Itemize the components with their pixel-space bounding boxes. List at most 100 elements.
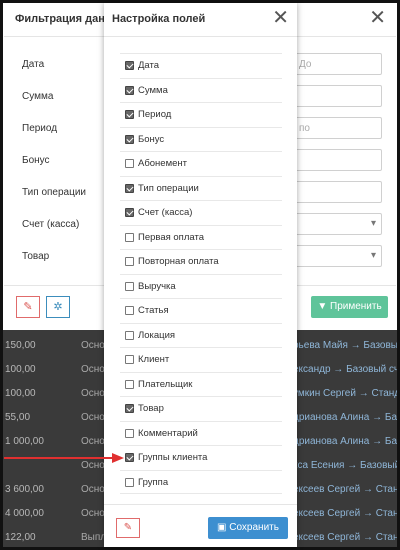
amount-cell: 122,00 — [5, 532, 36, 543]
amount-to-input[interactable] — [294, 85, 382, 107]
eraser-icon: ✎ — [123, 522, 133, 533]
checkbox-revenue[interactable] — [125, 281, 134, 291]
field-row-revenue[interactable]: Выручка — [120, 273, 282, 299]
fields-modal-title: Настройка полей — [112, 13, 206, 25]
field-settings-button[interactable]: ✲ — [46, 296, 70, 318]
filter-label-account: Счет (касса) — [22, 219, 80, 230]
field-label: Группы клиента — [138, 452, 208, 463]
field-row-group[interactable]: Группа — [120, 469, 282, 494]
filter-label-period: Период — [22, 123, 58, 134]
field-row-bonus[interactable]: Бонус — [120, 126, 282, 152]
filter-label-amount: Сумма — [22, 91, 54, 102]
client-cell[interactable]: дрианова Алина → Базов — [293, 436, 397, 447]
field-label: Клиент — [138, 354, 170, 365]
amount-cell: 100,00 — [5, 364, 36, 375]
checkbox-account[interactable] — [125, 208, 134, 217]
field-row-operation-type[interactable]: Тип операции — [120, 175, 282, 201]
field-label: Сумма — [138, 84, 168, 96]
client-cell[interactable]: кса Есения → Базовый — [293, 460, 397, 471]
close-icon[interactable]: ✕ — [272, 8, 289, 28]
field-label: Группа — [138, 476, 169, 488]
account-select[interactable] — [294, 213, 382, 235]
filter-label-operation-type: Тип операции — [22, 187, 87, 198]
checkbox-product[interactable] — [125, 404, 134, 413]
amount-cell: 1 000,00 — [5, 436, 44, 447]
amount-cell: 150,00 — [5, 340, 36, 351]
field-label: Счет (касса) — [138, 207, 193, 218]
checkbox-bonus[interactable] — [125, 134, 134, 144]
bonus-to-input[interactable] — [294, 149, 382, 171]
field-row-article[interactable]: Статья — [120, 298, 282, 323]
checkbox-location[interactable] — [125, 330, 134, 340]
client-cell[interactable]: ексеев Сергей → Стандарт — [293, 508, 397, 519]
field-label: Выручка — [138, 280, 176, 292]
checkbox-repeat-payment[interactable] — [125, 257, 134, 266]
client-cell[interactable]: дрианова Алина → Базов — [293, 412, 397, 423]
field-row-product[interactable]: Товар — [120, 396, 282, 421]
checkbox-payer[interactable] — [125, 379, 134, 389]
checkbox-client[interactable] — [125, 355, 134, 364]
field-row-location[interactable]: Локация — [120, 322, 282, 348]
field-row-account[interactable]: Счет (касса) — [120, 200, 282, 225]
field-row-comment[interactable]: Комментарий — [120, 420, 282, 446]
field-row-period[interactable]: Период — [120, 102, 282, 127]
amount-cell: 100,00 — [5, 388, 36, 399]
field-row-repeat-payment[interactable]: Повторная оплата — [120, 249, 282, 274]
annotation-arrow-icon — [4, 453, 124, 463]
client-cell[interactable]: ексеев Сергей → Стандарт — [293, 532, 397, 543]
field-row-amount[interactable]: Сумма — [120, 77, 282, 103]
checkbox-group[interactable] — [125, 477, 134, 487]
client-cell[interactable]: ександр → Базовый счет — [293, 364, 397, 375]
field-row-client[interactable]: Клиент — [120, 347, 282, 372]
checkbox-date[interactable] — [125, 61, 134, 70]
checkbox-article[interactable] — [125, 306, 134, 315]
field-row-first-payment[interactable]: Первая оплата — [120, 224, 282, 250]
fields-modal-footer: ✎ ▣ Сохранить — [104, 504, 297, 547]
checkbox-operation-type[interactable] — [125, 183, 134, 193]
field-row-client-groups[interactable]: Группы клиента — [120, 445, 282, 470]
checkbox-comment[interactable] — [125, 428, 134, 438]
apply-label: Применить — [330, 301, 382, 312]
field-label: Первая оплата — [138, 231, 204, 243]
save-button[interactable]: ▣ Сохранить — [208, 517, 288, 539]
field-label: Дата — [138, 60, 160, 71]
field-label: Повторная оплата — [138, 256, 219, 267]
field-label: Локация — [138, 329, 176, 341]
client-cell[interactable]: умкин Сергей → Стандар — [293, 388, 397, 399]
field-label: Бонус — [138, 133, 165, 145]
save-label: Сохранить — [229, 522, 279, 533]
filter-label-date: Дата — [22, 59, 45, 70]
product-select[interactable] — [294, 245, 382, 267]
checkbox-period[interactable] — [125, 110, 134, 119]
gear-icon: ✲ — [53, 301, 63, 313]
checkbox-client-groups[interactable] — [125, 453, 134, 462]
field-row-subscription[interactable]: Абонемент — [120, 151, 282, 176]
amount-cell: 4 000,00 — [5, 508, 44, 519]
filter-label-bonus: Бонус — [22, 155, 50, 166]
close-icon[interactable]: ✕ — [369, 8, 386, 28]
clear-filter-button[interactable]: ✎ — [16, 296, 40, 318]
checkbox-subscription[interactable] — [125, 159, 134, 168]
client-cell[interactable]: ексеев Сергей → Стандарт — [293, 484, 397, 495]
field-label: Плательщик — [138, 378, 193, 390]
field-row-payer[interactable]: Плательщик — [120, 371, 282, 397]
filter-icon: ▼ — [317, 301, 328, 312]
operation-type-to-input[interactable] — [294, 181, 382, 203]
apply-button[interactable]: ▼ Применить — [311, 296, 388, 318]
field-row-date[interactable]: Дата — [120, 53, 282, 78]
checkbox-amount[interactable] — [125, 85, 134, 95]
date-to-input[interactable]: До — [294, 53, 382, 75]
field-label: Статья — [138, 305, 169, 316]
amount-cell: 3 600,00 — [5, 484, 44, 495]
eraser-icon: ✎ — [23, 301, 33, 313]
filter-label-product: Товар — [22, 251, 50, 262]
fields-settings-modal: Настройка полей ✕ Дата Сумма Период Бону… — [104, 3, 297, 547]
field-label: Период — [138, 109, 172, 120]
checkbox-first-payment[interactable] — [125, 232, 134, 242]
type-cell: Выпл — [81, 532, 107, 543]
client-cell[interactable]: рьева Майя → Базовый с — [293, 340, 397, 351]
reset-fields-button[interactable]: ✎ — [116, 518, 140, 538]
fields-modal-header: Настройка полей ✕ — [104, 3, 297, 37]
field-label: Тип операции — [138, 182, 199, 194]
period-to-input[interactable]: по — [294, 117, 382, 139]
